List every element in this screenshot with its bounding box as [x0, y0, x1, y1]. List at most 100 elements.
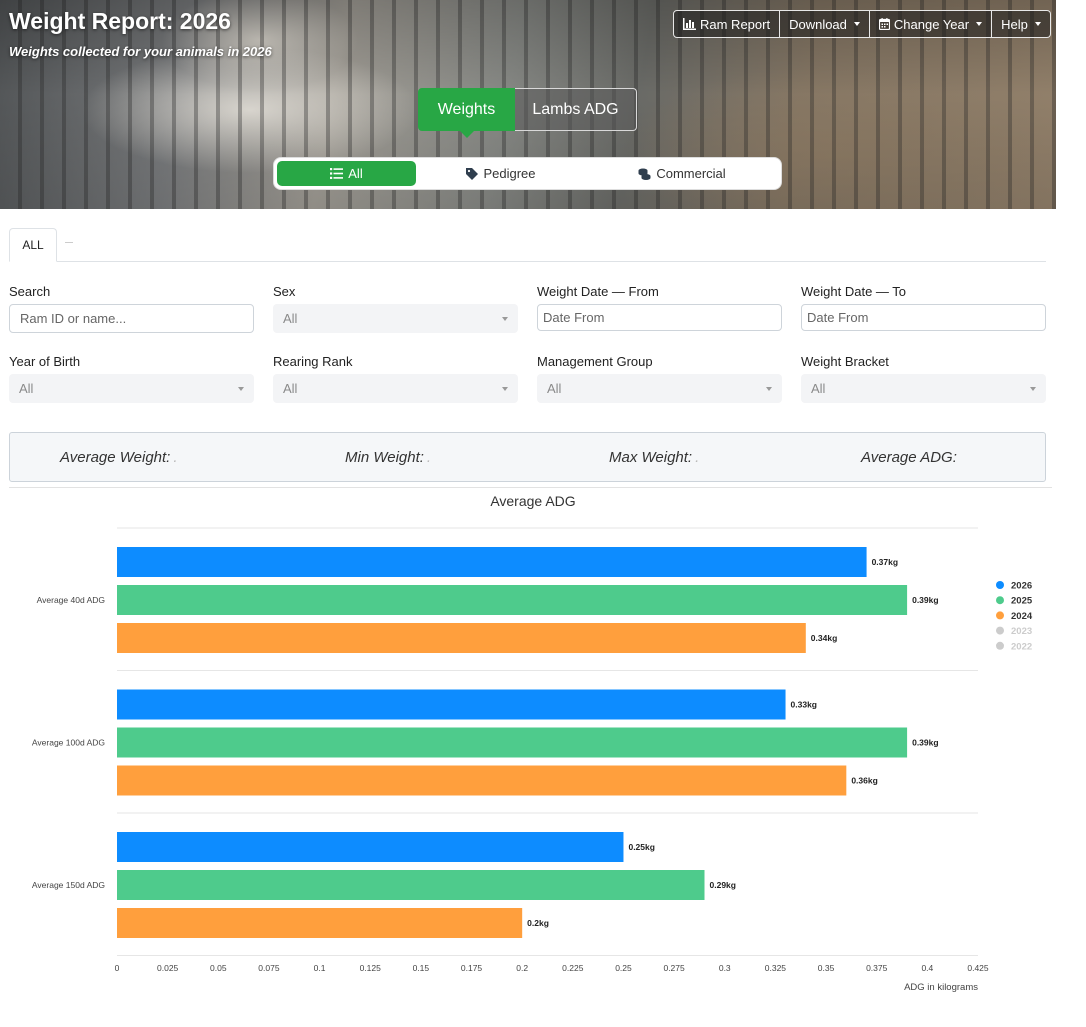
download-button[interactable]: Download [780, 10, 870, 38]
legend-item-2025[interactable]: 2025 [996, 596, 1033, 607]
legend-marker [996, 596, 1004, 605]
category-label: Average 100d ADG [32, 738, 105, 748]
weight-bracket-filter: Weight Bracket All [801, 354, 1046, 403]
search-filter: Search Ram ID or name... [9, 284, 254, 333]
legend-marker [996, 581, 1004, 589]
date-from-filter: Weight Date — From Date From [537, 284, 782, 331]
bar-2024[interactable] [117, 765, 847, 796]
segment-pedigree-label: Pedigree [483, 166, 536, 181]
date-from-input[interactable]: Date From [537, 304, 782, 331]
search-input[interactable]: Ram ID or name... [9, 304, 254, 333]
list-icon [330, 168, 344, 179]
average-adg-label: Average ADG: [861, 449, 957, 466]
lambs-adg-view-button[interactable]: Lambs ADG [515, 88, 637, 131]
x-tick-label: 0.35 [818, 963, 835, 973]
caret-down-icon [853, 22, 860, 26]
bar-data-label: 0.39kg [912, 738, 938, 748]
legend-label: 2022 [1011, 641, 1032, 652]
x-tick-label: 0.175 [461, 963, 483, 973]
average-weight-value: . [173, 449, 178, 466]
change-year-button[interactable]: Change Year [869, 10, 993, 38]
x-tick-label: 0.275 [663, 963, 685, 973]
page-title: Weight Report: 2026 [9, 8, 231, 34]
bar-2025[interactable] [117, 870, 705, 900]
bar-data-label: 0.33kg [791, 700, 817, 710]
sex-select[interactable]: All [273, 304, 518, 333]
legend-item-2026[interactable]: 2026 [996, 581, 1032, 592]
weight-bracket-label: Weight Bracket [801, 354, 889, 369]
segment-all[interactable]: All [277, 161, 416, 186]
management-group-select[interactable]: All [537, 374, 782, 403]
coins-icon [638, 168, 651, 180]
max-weight-label: Max Weight: [609, 449, 693, 466]
min-weight-label: Min Weight: [345, 449, 424, 466]
x-tick-label: 0.325 [765, 963, 787, 973]
bar-2026[interactable] [117, 547, 867, 577]
weight-bracket-select[interactable]: All [801, 374, 1046, 403]
max-weight-stat: Max Weight:. [609, 449, 699, 466]
legend-item-2022[interactable]: 2022 [996, 641, 1032, 652]
hero-banner: Weight Report: 2026 Weights collected fo… [0, 0, 1056, 209]
bar-data-label: 0.39kg [912, 595, 938, 605]
bar-chart-icon [683, 18, 696, 30]
bar-2026[interactable] [117, 832, 624, 862]
ram-report-button[interactable]: Ram Report [673, 10, 781, 38]
bar-2025[interactable] [117, 727, 908, 758]
legend-label: 2024 [1011, 611, 1033, 622]
min-weight-value: . [426, 449, 432, 466]
page-subtitle: Weights collected for your animals in 20… [9, 44, 272, 59]
help-button[interactable]: Help [992, 10, 1051, 38]
x-tick-label: 0.4 [921, 963, 933, 973]
date-to-filter: Weight Date — To Date From [801, 284, 1046, 331]
x-tick-label: 0.225 [562, 963, 584, 973]
weight-bracket-value: All [811, 381, 826, 396]
management-group-value: All [547, 381, 562, 396]
sex-value: All [283, 311, 298, 326]
segment-pedigree[interactable]: Pedigree [416, 161, 586, 186]
summary-stats-bar: Average Weight:. Min Weight:. Max Weight… [9, 432, 1046, 482]
caret-down-icon [1034, 22, 1041, 26]
legend-item-2023[interactable]: 2023 [996, 626, 1032, 637]
x-tick-label: 0.3 [719, 963, 731, 973]
x-tick-label: 0.025 [157, 963, 179, 973]
segment-commercial[interactable]: Commercial [586, 161, 778, 186]
x-tick-label: 0.375 [866, 963, 888, 973]
max-weight-value: . [695, 449, 700, 466]
category-label: Average 40d ADG [37, 595, 105, 605]
bar-data-label: 0.29kg [710, 880, 736, 890]
date-to-input[interactable]: Date From [801, 304, 1046, 331]
calendar-icon [878, 18, 890, 30]
date-from-label: Weight Date — From [537, 284, 659, 299]
year-of-birth-value: All [19, 381, 34, 396]
rearing-rank-select[interactable]: All [273, 374, 518, 403]
top-toolbar: Ram Report Download Change Year Help [673, 10, 1051, 38]
animal-type-segment: All Pedigree Commercial [273, 157, 782, 190]
x-tick-label: 0.1 [314, 963, 326, 973]
bar-data-label: 0.25kg [628, 842, 654, 852]
min-weight-stat: Min Weight:. [345, 449, 431, 466]
segment-all-label: All [348, 166, 363, 181]
average-weight-label: Average Weight: [60, 449, 171, 466]
legend-item-2024[interactable]: 2024 [996, 611, 1033, 622]
bar-2025[interactable] [117, 585, 908, 615]
tab-all[interactable]: ALL [9, 228, 57, 262]
weights-view-button[interactable]: Weights [418, 88, 515, 138]
rearing-rank-label: Rearing Rank [273, 354, 353, 369]
bar-2024[interactable] [117, 908, 523, 938]
x-tick-label: 0.15 [413, 963, 430, 973]
legend-marker [996, 611, 1004, 620]
average-adg-chart: Average ADG 0.37kg 0.39kg 0.34kg 0.33kg 0.39… [32, 493, 1033, 993]
caret-down-icon [238, 387, 244, 391]
year-of-birth-select[interactable]: All [9, 374, 254, 403]
view-toggle: Weights Lambs ADG [418, 88, 637, 138]
year-of-birth-filter: Year of Birth All [9, 354, 254, 403]
year-of-birth-label: Year of Birth [9, 354, 81, 369]
x-tick-label: 0.425 [967, 963, 989, 973]
legend-label: 2025 [1011, 596, 1033, 607]
x-tick-label: 0.125 [360, 963, 382, 973]
search-label: Search [9, 284, 51, 299]
bar-2024[interactable] [117, 623, 806, 653]
bar-2026[interactable] [117, 689, 786, 720]
x-axis-label: ADG in kilograms [904, 982, 978, 993]
chart-title: Average ADG [490, 493, 575, 509]
